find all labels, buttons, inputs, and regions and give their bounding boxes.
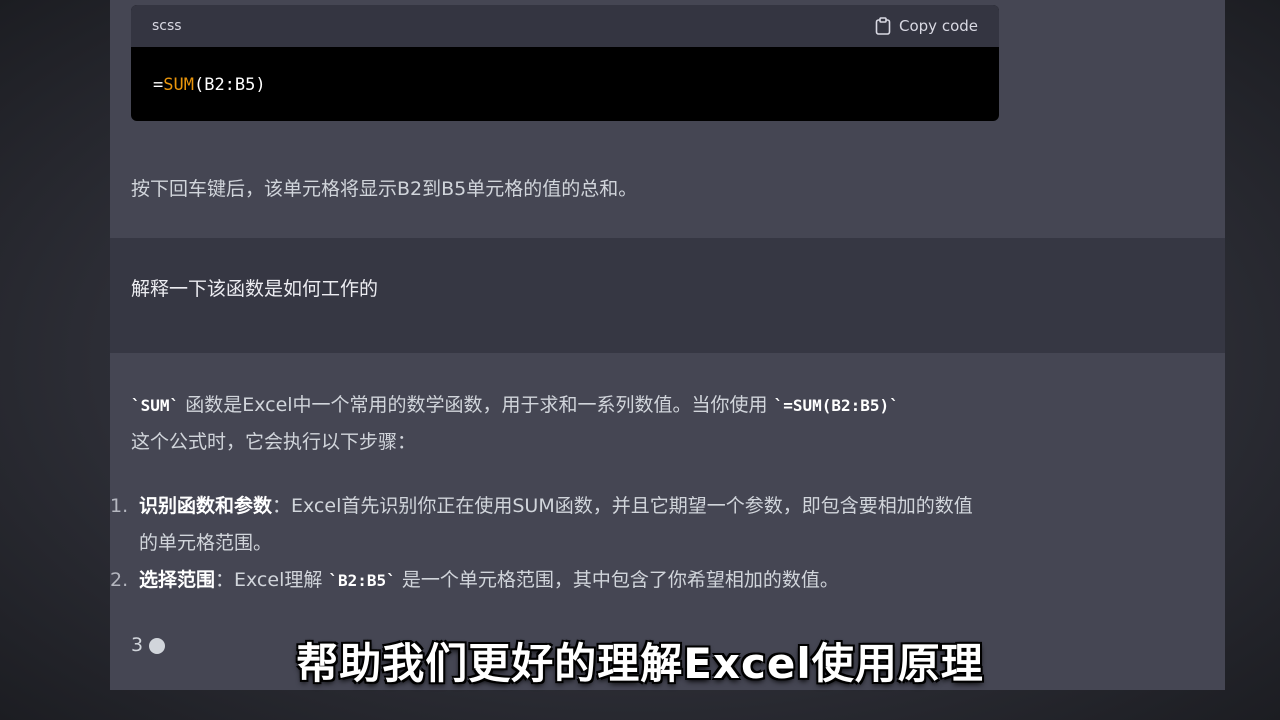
list-item: 2. 选择范围：Excel理解 `B2:B5` 是一个单元格范围，其中包含了你希… bbox=[110, 562, 990, 599]
list-content: 识别函数和参数：Excel首先识别你正在使用SUM函数，并且它期望一个参数，即包… bbox=[139, 488, 990, 562]
clipboard-icon bbox=[875, 17, 891, 35]
code-prefix: = bbox=[153, 75, 164, 95]
intro-text-2: 这个公式时，它会执行以下步骤： bbox=[131, 431, 417, 453]
intro-text-1: 函数是Excel中一个常用的数学函数，用于求和一系列数值。当你使用 bbox=[179, 394, 774, 416]
list-item: 1. 识别函数和参数：Excel首先识别你正在使用SUM函数，并且它期望一个参数… bbox=[110, 488, 990, 562]
list-number: 1. bbox=[110, 495, 129, 517]
list-item-text: 是一个单元格范围，其中包含了你希望相加的数值。 bbox=[395, 569, 839, 591]
video-subtitle: 帮助我们更好的理解Excel使用原理 bbox=[296, 639, 984, 688]
copy-code-button[interactable]: Copy code bbox=[875, 17, 978, 35]
list-item-title: 选择范围 bbox=[139, 569, 216, 591]
code-args: (B2:B5) bbox=[193, 75, 266, 95]
chat-page: scss Copy code =SUM(B2:B5) 按下回车键后，该单元格将显… bbox=[0, 0, 1280, 720]
list-item-text: ：Excel理解 bbox=[215, 569, 329, 591]
inline-code-range: `B2:B5` bbox=[328, 571, 396, 590]
code-language-label: scss bbox=[152, 18, 182, 34]
list-item-title: 识别函数和参数 bbox=[139, 495, 273, 517]
assistant-intro: `SUM` 函数是Excel中一个常用的数学函数，用于求和一系列数值。当你使用 … bbox=[131, 387, 1011, 461]
list-content: 选择范围：Excel理解 `B2:B5` 是一个单元格范围，其中包含了你希望相加… bbox=[139, 562, 839, 599]
code-function: SUM bbox=[163, 75, 194, 95]
list-number: 2. bbox=[110, 569, 129, 591]
user-text: 解释一下该函数是如何工作的 bbox=[131, 278, 379, 300]
code-block: scss Copy code =SUM(B2:B5) bbox=[131, 5, 999, 121]
code-block-header: scss Copy code bbox=[131, 5, 999, 47]
inline-code-formula: `=SUM(B2:B5)` bbox=[773, 396, 899, 415]
copy-code-label: Copy code bbox=[899, 17, 978, 35]
inline-code-sum: `SUM` bbox=[131, 396, 180, 415]
code-content: =SUM(B2:B5) bbox=[131, 47, 999, 121]
assistant-text: 按下回车键后，该单元格将显示B2到B5单元格的值的总和。 bbox=[131, 178, 638, 200]
